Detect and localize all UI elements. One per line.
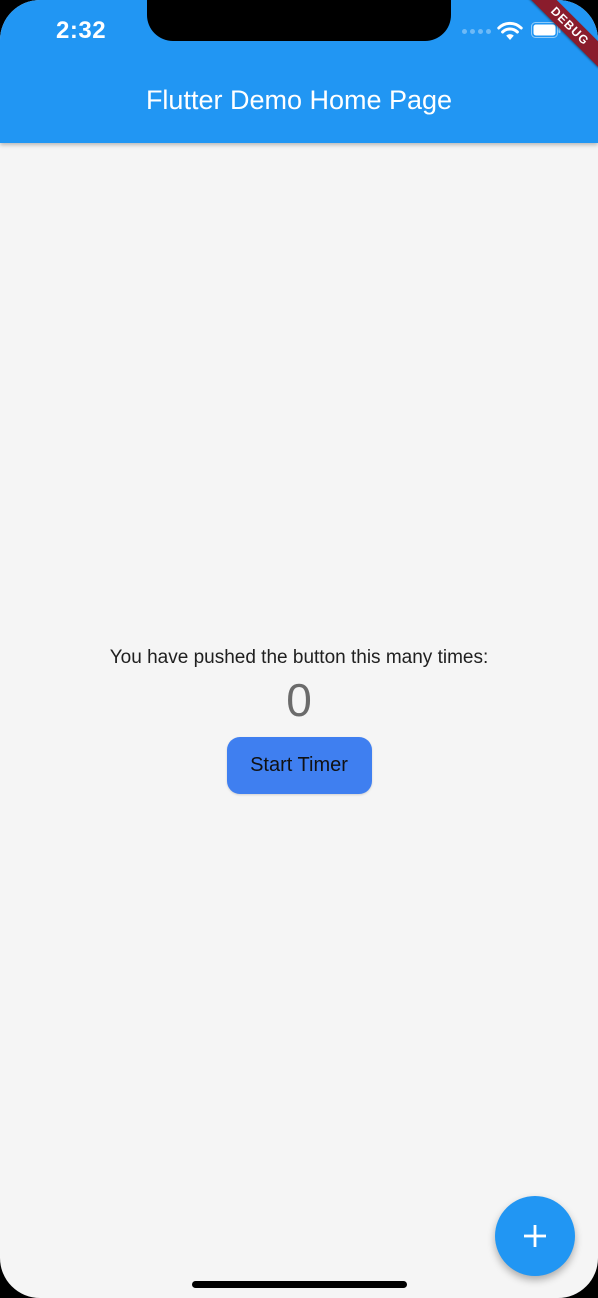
wifi-icon: [497, 21, 523, 40]
device-notch: [147, 0, 451, 41]
counter-section: You have pushed the button this many tim…: [0, 646, 598, 794]
home-indicator[interactable]: [192, 1281, 407, 1288]
cellular-signal-icon: [462, 29, 491, 34]
phone-screen: 2:32 Flutter Demo Home Page DEBUG You ha…: [0, 0, 598, 1298]
app-bar-title: Flutter Demo Home Page: [145, 85, 453, 115]
counter-value: 0: [286, 674, 312, 726]
counter-caption: You have pushed the button this many tim…: [109, 647, 489, 668]
battery-icon: [531, 22, 561, 38]
start-timer-button[interactable]: Start Timer: [226, 737, 372, 794]
app-bar: 2:32 Flutter Demo Home Page: [0, 0, 598, 143]
status-time: 2:32: [56, 17, 107, 44]
increment-fab[interactable]: [495, 1196, 575, 1276]
plus-icon: [524, 1225, 546, 1247]
